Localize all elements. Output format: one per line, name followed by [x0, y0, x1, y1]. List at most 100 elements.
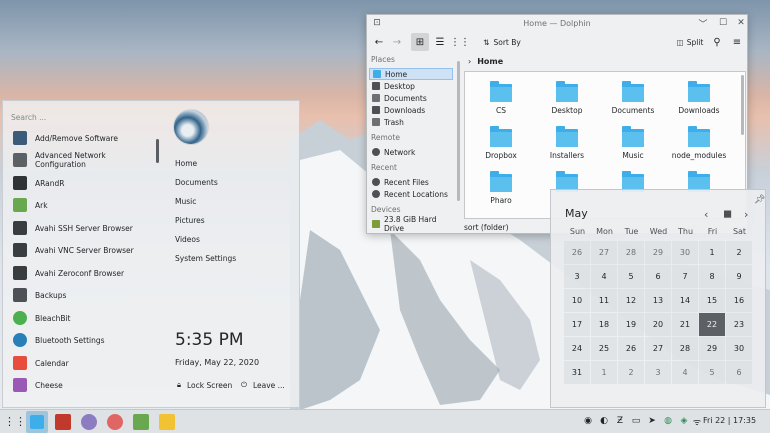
calendar-day[interactable]: 2: [618, 361, 644, 384]
calendar-day[interactable]: 14: [672, 289, 698, 312]
app-item[interactable]: Avahi Zeroconf Browser: [13, 263, 153, 283]
places-item-recent-locations[interactable]: Recent Locations: [369, 188, 453, 200]
folder-item[interactable]: Installers: [537, 126, 597, 160]
clipboard-icon[interactable]: ▭: [631, 416, 641, 426]
avatar[interactable]: [173, 109, 209, 145]
calendar-day[interactable]: 30: [726, 337, 752, 360]
folder-item[interactable]: Dropbox: [471, 126, 531, 160]
places-scrollbar[interactable]: [457, 61, 460, 201]
wifi-icon[interactable]: ᯤ: [692, 416, 702, 428]
taskbar-clock[interactable]: Fri 22 | 17:35: [703, 416, 756, 425]
places-item-home[interactable]: Home: [369, 68, 453, 80]
sort-by-button[interactable]: ⇅ Sort By: [477, 33, 527, 51]
calendar-day[interactable]: 18: [591, 313, 617, 336]
calendar-day[interactable]: 30: [672, 241, 698, 264]
calendar-day[interactable]: 6: [645, 265, 671, 288]
app-item[interactable]: ARandR: [13, 173, 153, 193]
favorite-music[interactable]: Music: [175, 197, 196, 206]
folder-item[interactable]: node_modules: [669, 126, 729, 160]
folder-item[interactable]: CS: [471, 81, 531, 115]
calendar-day[interactable]: 10: [564, 289, 590, 312]
folder-item[interactable]: Documents: [603, 81, 663, 115]
places-item-desktop[interactable]: Desktop: [369, 80, 453, 92]
minimize-icon[interactable]: ﹀: [697, 17, 709, 30]
calendar-day[interactable]: 15: [699, 289, 725, 312]
calendar-day[interactable]: 17: [564, 313, 590, 336]
search-input[interactable]: Search ...: [11, 109, 153, 125]
calendar-day[interactable]: 1: [699, 241, 725, 264]
telegram-icon[interactable]: ➤: [647, 416, 657, 426]
calendar-day[interactable]: 19: [618, 313, 644, 336]
calendar-day[interactable]: 29: [699, 337, 725, 360]
calendar-day[interactable]: 24: [564, 337, 590, 360]
folder-item[interactable]: Pharo: [471, 171, 531, 205]
calendar-day[interactable]: 27: [645, 337, 671, 360]
today-button[interactable]: ◼: [723, 207, 732, 220]
leave-button[interactable]: ⏻ Leave ...: [241, 379, 285, 391]
favorite-pictures[interactable]: Pictures: [175, 216, 205, 225]
app-item[interactable]: Bluetooth Settings: [13, 330, 153, 350]
favorite-home[interactable]: Home: [175, 159, 197, 168]
icons-view-button[interactable]: ⊞: [411, 33, 429, 51]
window-menu-icon[interactable]: ⊡: [371, 17, 383, 29]
apps-scrollbar[interactable]: [156, 139, 159, 163]
network-tray-icon[interactable]: ◈: [679, 416, 689, 426]
calendar-day[interactable]: 5: [618, 265, 644, 288]
calendar-day[interactable]: 31: [564, 361, 590, 384]
breadcrumb[interactable]: › Home: [464, 55, 503, 67]
back-button[interactable]: ←: [371, 33, 387, 51]
file-view-scrollbar[interactable]: [741, 75, 744, 135]
terminal-icon[interactable]: [55, 414, 71, 430]
calendar-day-today[interactable]: 22: [699, 313, 725, 336]
calendar-day[interactable]: 3: [645, 361, 671, 384]
compact-view-button[interactable]: ☰: [431, 33, 449, 51]
calendar-day[interactable]: 2: [726, 241, 752, 264]
menu-button[interactable]: ≡: [730, 33, 744, 51]
task-dolphin[interactable]: [26, 411, 48, 433]
settings-icon[interactable]: [81, 414, 97, 430]
search-button[interactable]: ⚲: [710, 33, 724, 51]
places-item-trash[interactable]: Trash: [369, 116, 453, 128]
details-view-button[interactable]: ⋮⋮: [450, 33, 470, 51]
calendar-day[interactable]: 7: [672, 265, 698, 288]
calendar-month[interactable]: May: [565, 207, 588, 220]
places-item-documents[interactable]: Documents: [369, 92, 453, 104]
folder-item[interactable]: Downloads: [669, 81, 729, 115]
calendar-day[interactable]: 20: [645, 313, 671, 336]
app-item[interactable]: BleachBit: [13, 308, 153, 328]
calendar-day[interactable]: 6: [726, 361, 752, 384]
calendar-day[interactable]: 5: [699, 361, 725, 384]
app-item[interactable]: Calendar: [13, 353, 153, 373]
previous-month-button[interactable]: ‹: [704, 208, 708, 221]
calendar-day[interactable]: 12: [618, 289, 644, 312]
pin-icon[interactable]: 📌︎: [754, 195, 765, 205]
lock-screen-button[interactable]: 🔒︎ Lock Screen: [177, 379, 232, 391]
calendar-day[interactable]: 21: [672, 313, 698, 336]
close-icon[interactable]: ✕: [735, 17, 747, 29]
favorite-system-settings[interactable]: System Settings: [175, 254, 236, 263]
app-item[interactable]: Add/Remove Software: [13, 128, 153, 148]
folder-item[interactable]: Desktop: [537, 81, 597, 115]
app-item[interactable]: Cheese: [13, 375, 153, 395]
places-item-recent-files[interactable]: Recent Files: [369, 176, 453, 188]
forward-button[interactable]: →: [389, 33, 405, 51]
window-titlebar[interactable]: ⊡ Home — Dolphin ﹀ ☐ ✕: [367, 15, 747, 31]
next-month-button[interactable]: ›: [744, 208, 748, 221]
places-item-network[interactable]: Network: [369, 146, 453, 158]
calendar-day[interactable]: 4: [591, 265, 617, 288]
calendar-day[interactable]: 16: [726, 289, 752, 312]
favorite-documents[interactable]: Documents: [175, 178, 218, 187]
calendar-day[interactable]: 8: [699, 265, 725, 288]
calendar-day[interactable]: 23: [726, 313, 752, 336]
breadcrumb-home[interactable]: Home: [477, 57, 503, 66]
browser-icon[interactable]: [107, 414, 123, 430]
z-icon[interactable]: Ƶ: [615, 416, 625, 426]
calendar-day[interactable]: 1: [591, 361, 617, 384]
app-item[interactable]: Avahi SSH Server Browser: [13, 218, 153, 238]
calendar-day[interactable]: 13: [645, 289, 671, 312]
app-item[interactable]: Advanced Network Configuration: [13, 150, 153, 170]
app-item[interactable]: Ark: [13, 195, 153, 215]
maximize-icon[interactable]: ☐: [717, 17, 729, 29]
favorite-videos[interactable]: Videos: [175, 235, 200, 244]
calendar-day[interactable]: 4: [672, 361, 698, 384]
